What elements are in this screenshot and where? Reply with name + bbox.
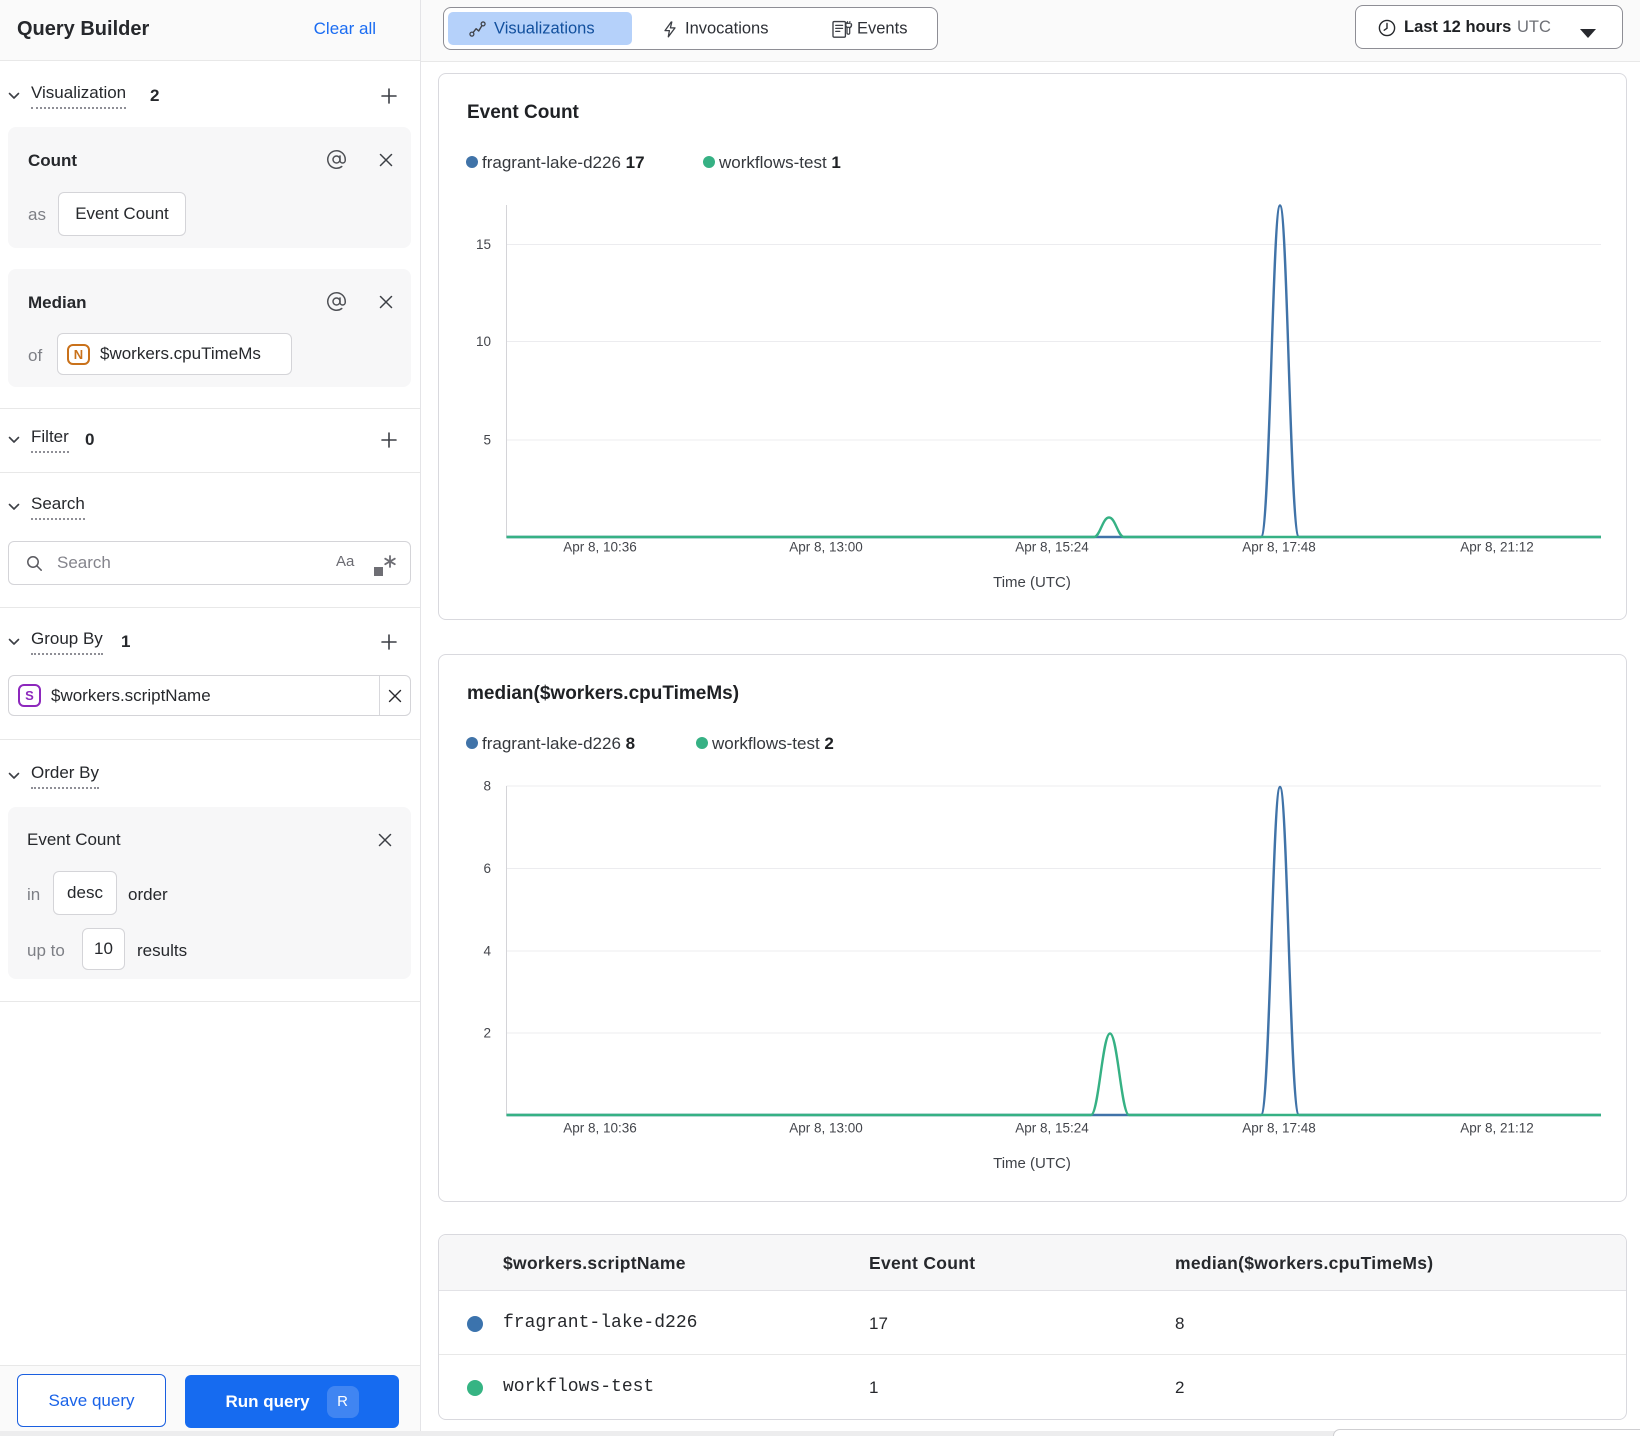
svg-text:15: 15 <box>476 237 491 252</box>
svg-text:Time (UTC): Time (UTC) <box>993 574 1071 591</box>
svg-text:4: 4 <box>483 944 491 959</box>
svg-text:6: 6 <box>483 861 491 876</box>
svg-text:Apr 8, 13:00: Apr 8, 13:00 <box>789 540 863 555</box>
svg-text:10: 10 <box>476 334 491 349</box>
svg-text:Apr 8, 21:12: Apr 8, 21:12 <box>1460 540 1534 555</box>
svg-text:Apr 8, 17:48: Apr 8, 17:48 <box>1242 540 1316 555</box>
svg-text:Time (UTC): Time (UTC) <box>993 1155 1071 1172</box>
svg-text:Apr 8, 15:24: Apr 8, 15:24 <box>1015 540 1089 555</box>
svg-text:8: 8 <box>483 779 491 794</box>
svg-text:Apr 8, 10:36: Apr 8, 10:36 <box>563 1121 637 1136</box>
svg-text:Apr 8, 17:48: Apr 8, 17:48 <box>1242 1121 1316 1136</box>
svg-text:Apr 8, 13:00: Apr 8, 13:00 <box>789 1121 863 1136</box>
svg-text:2: 2 <box>483 1026 491 1041</box>
svg-text:Apr 8, 21:12: Apr 8, 21:12 <box>1460 1121 1534 1136</box>
svg-text:5: 5 <box>483 433 491 448</box>
svg-text:Apr 8, 15:24: Apr 8, 15:24 <box>1015 1121 1089 1136</box>
svg-text:Apr 8, 10:36: Apr 8, 10:36 <box>563 540 637 555</box>
